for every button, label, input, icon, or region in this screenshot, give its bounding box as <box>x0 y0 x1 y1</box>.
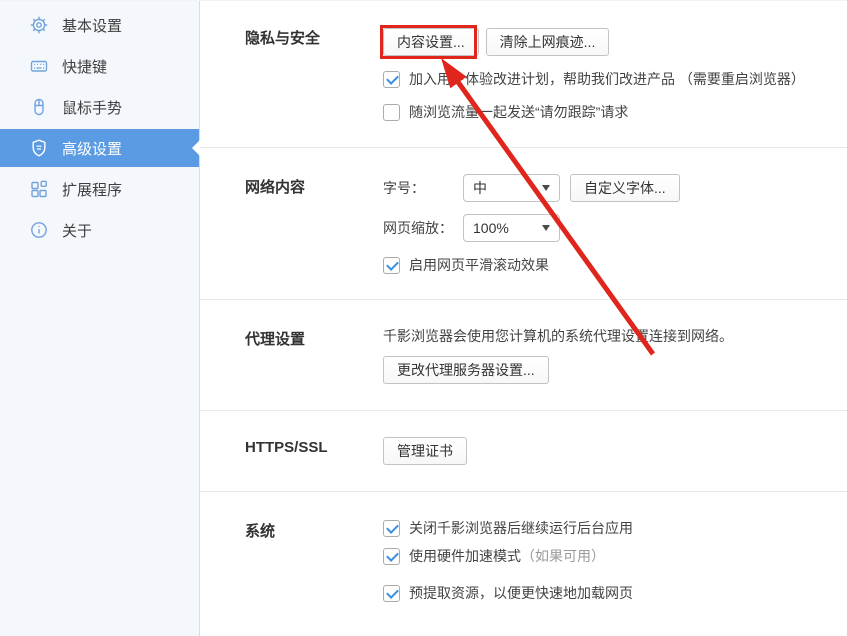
section-https-ssl: HTTPS/SSL 管理证书 <box>200 411 847 492</box>
sidebar-item-label: 关于 <box>62 220 92 241</box>
settings-content: 隐私与安全 内容设置... 清除上网痕迹... 加入用户体验改进计划，帮助我们改… <box>200 1 847 636</box>
section-title: 代理设置 <box>245 326 383 384</box>
proxy-description: 千影浏览器会使用您计算机的系统代理设置连接到网络。 <box>383 326 847 346</box>
ux-improvement-label[interactable]: 加入用户体验改进计划，帮助我们改进产品 （需要重启浏览器） <box>409 69 805 89</box>
chevron-down-icon <box>542 225 550 231</box>
smooth-scroll-row: 启用网页平滑滚动效果 <box>383 255 847 275</box>
extensions-icon <box>29 179 49 199</box>
gear-icon <box>29 15 49 35</box>
section-system: 系统 关闭千影浏览器后继续运行后台应用 使用硬件加速模式（如果可用） 预提取资源… <box>200 492 847 636</box>
custom-font-button[interactable]: 自定义字体... <box>570 174 680 202</box>
section-proxy-settings: 代理设置 千影浏览器会使用您计算机的系统代理设置连接到网络。 更改代理服务器设置… <box>200 300 847 411</box>
prefetch-label[interactable]: 预提取资源，以便更快速地加载网页 <box>409 583 633 603</box>
section-title: 隐私与安全 <box>245 25 383 122</box>
page-zoom-label: 网页缩放： <box>383 218 463 238</box>
do-not-track-checkbox[interactable] <box>383 104 400 121</box>
clear-browsing-traces-button[interactable]: 清除上网痕迹... <box>486 28 610 56</box>
sidebar-item-label: 高级设置 <box>62 138 122 159</box>
section-web-content: 网络内容 字号： 中 自定义字体... 网页缩放： 100% <box>200 148 847 300</box>
font-size-value: 中 <box>473 178 487 198</box>
ux-improvement-checkbox[interactable] <box>383 71 400 88</box>
hardware-accel-row: 使用硬件加速模式（如果可用） <box>383 546 847 566</box>
sidebar-item-basic-settings[interactable]: 基本设置 <box>0 6 199 44</box>
sidebar-item-advanced-settings[interactable]: 高级设置 <box>0 129 199 167</box>
prefetch-checkbox[interactable] <box>383 585 400 602</box>
section-title: 网络内容 <box>245 174 383 275</box>
sidebar-item-shortcuts[interactable]: 快捷键 <box>0 47 199 85</box>
sidebar-item-label: 基本设置 <box>62 15 122 36</box>
background-apps-label[interactable]: 关闭千影浏览器后继续运行后台应用 <box>409 518 633 538</box>
keyboard-icon <box>29 56 49 76</box>
do-not-track-row: 随浏览流量一起发送“请勿跟踪”请求 <box>383 102 847 122</box>
mouse-icon <box>29 97 49 117</box>
sidebar-item-label: 快捷键 <box>62 56 107 77</box>
page-zoom-value: 100% <box>473 220 509 236</box>
hardware-accel-label[interactable]: 使用硬件加速模式（如果可用） <box>409 546 605 566</box>
font-size-label: 字号： <box>383 178 463 198</box>
section-title: 系统 <box>245 518 383 603</box>
page-zoom-select[interactable]: 100% <box>463 214 560 242</box>
ux-improvement-row: 加入用户体验改进计划，帮助我们改进产品 （需要重启浏览器） <box>383 69 847 89</box>
sidebar-item-mouse-gestures[interactable]: 鼠标手势 <box>0 88 199 126</box>
sidebar-item-about[interactable]: 关于 <box>0 211 199 249</box>
manage-certificates-button[interactable]: 管理证书 <box>383 437 467 465</box>
background-apps-checkbox[interactable] <box>383 520 400 537</box>
change-proxy-button[interactable]: 更改代理服务器设置... <box>383 356 549 384</box>
sidebar-item-label: 鼠标手势 <box>62 97 122 118</box>
font-size-select[interactable]: 中 <box>463 174 560 202</box>
hardware-accel-note: （如果可用） <box>521 548 605 564</box>
settings-sidebar: 基本设置 快捷键 鼠标手势 <box>0 1 200 636</box>
section-title: HTTPS/SSL <box>245 437 383 465</box>
settings-window: 基本设置 快捷键 鼠标手势 <box>0 0 847 636</box>
smooth-scroll-label[interactable]: 启用网页平滑滚动效果 <box>409 255 549 275</box>
chevron-down-icon <box>542 185 550 191</box>
sidebar-item-extensions[interactable]: 扩展程序 <box>0 170 199 208</box>
prefetch-row: 预提取资源，以便更快速地加载网页 <box>383 583 847 603</box>
info-icon <box>29 220 49 240</box>
shield-icon <box>29 138 49 158</box>
content-settings-button[interactable]: 内容设置... <box>383 28 479 56</box>
section-privacy-security: 隐私与安全 内容设置... 清除上网痕迹... 加入用户体验改进计划，帮助我们改… <box>200 1 847 148</box>
sidebar-item-label: 扩展程序 <box>62 179 122 200</box>
smooth-scroll-checkbox[interactable] <box>383 257 400 274</box>
do-not-track-label[interactable]: 随浏览流量一起发送“请勿跟踪”请求 <box>409 102 628 122</box>
background-apps-row: 关闭千影浏览器后继续运行后台应用 <box>383 518 847 538</box>
hardware-accel-checkbox[interactable] <box>383 548 400 565</box>
